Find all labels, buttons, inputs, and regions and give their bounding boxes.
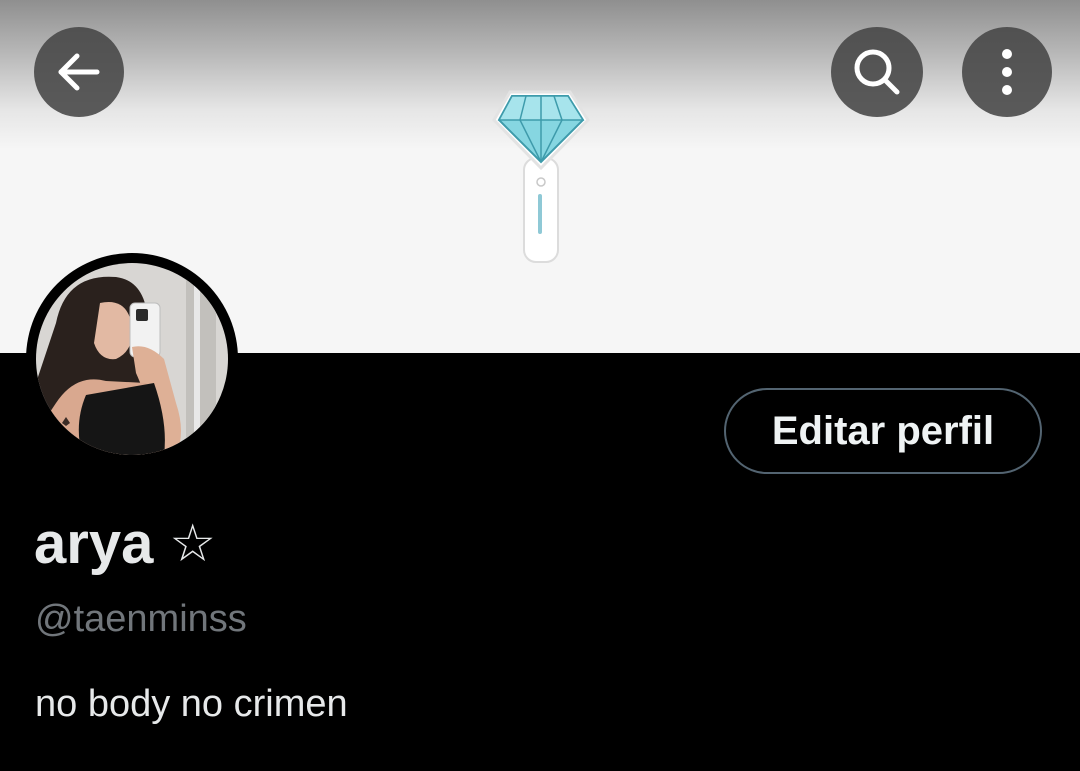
name-star-decoration: ☆ xyxy=(169,513,216,574)
avatar[interactable] xyxy=(26,253,238,465)
profile-bio: no body no crimen xyxy=(35,683,348,725)
name-row: arya ☆ xyxy=(34,510,216,577)
user-handle: @taenminss xyxy=(35,598,247,640)
arrow-left-icon xyxy=(58,53,100,91)
edit-profile-button[interactable]: Editar perfil xyxy=(724,388,1042,474)
more-options-button[interactable] xyxy=(962,27,1052,117)
back-button[interactable] xyxy=(34,27,124,117)
display-name: arya xyxy=(34,511,154,576)
avatar-photo xyxy=(36,263,228,455)
more-vertical-icon xyxy=(1002,49,1012,95)
search-button[interactable] xyxy=(831,27,923,117)
lightstick-image xyxy=(492,90,590,263)
search-icon xyxy=(854,49,900,95)
